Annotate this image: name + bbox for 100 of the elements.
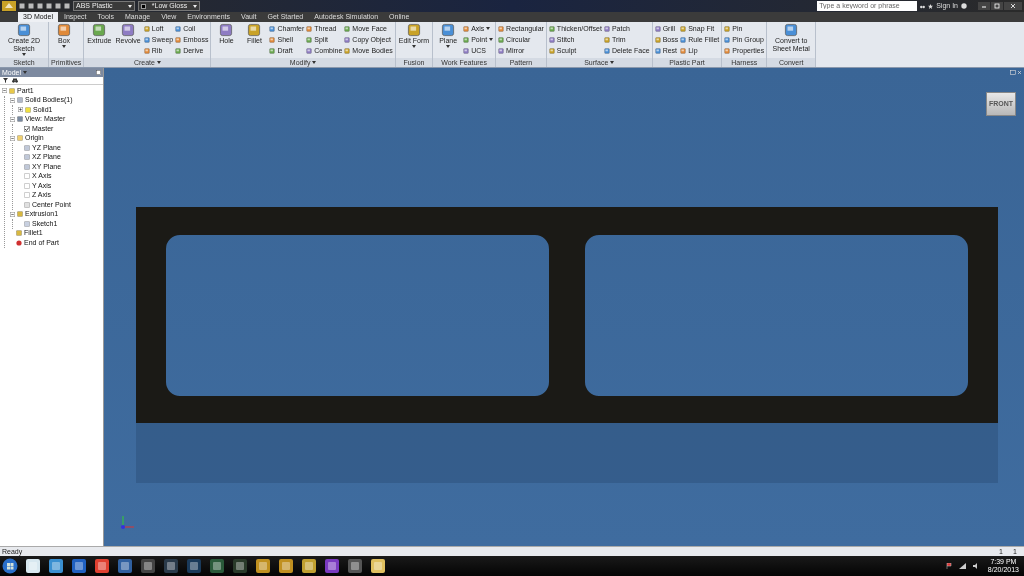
start-icon[interactable]	[2, 558, 18, 574]
caret-icon	[156, 61, 161, 64]
taskbar-app-icon[interactable]	[347, 559, 363, 573]
help-icon[interactable]	[961, 3, 967, 9]
tool-icon	[603, 47, 610, 54]
tool-icon	[143, 36, 150, 43]
tool-icon	[344, 25, 351, 32]
tool-icon	[680, 47, 687, 54]
node-icon	[24, 154, 30, 161]
taskbar-app-icon[interactable]	[209, 559, 225, 573]
node-icon	[24, 220, 30, 227]
caret-icon	[193, 4, 197, 8]
taskbar-app-icon[interactable]	[370, 559, 386, 573]
maximize-icon[interactable]	[991, 2, 1003, 10]
caret-icon	[128, 4, 132, 8]
node-icon	[24, 173, 30, 180]
caret-icon	[489, 38, 494, 41]
taskbar-app-icon[interactable]	[255, 559, 271, 573]
tool-icon	[143, 47, 150, 54]
tool-icon	[548, 36, 555, 43]
tool-icon	[548, 25, 555, 32]
tool-icon	[498, 36, 505, 43]
tool-icon	[143, 25, 150, 32]
tool-icon	[121, 23, 136, 37]
tool-icon	[784, 23, 799, 37]
pin-icon[interactable]	[96, 70, 101, 75]
collapse-icon[interactable]	[2, 88, 7, 94]
caret-icon	[486, 27, 491, 30]
tool-icon	[724, 47, 731, 54]
caret-icon	[22, 53, 26, 56]
tool-icon	[680, 36, 687, 43]
taskbar-app-icon[interactable]	[278, 559, 294, 573]
tool-icon	[463, 47, 470, 54]
node-icon	[24, 144, 30, 151]
node-icon	[17, 116, 23, 123]
taskbar-app-icon[interactable]	[301, 559, 317, 573]
node-icon	[24, 201, 30, 208]
collapse-icon[interactable]	[10, 211, 15, 217]
minimize-icon[interactable]	[978, 2, 990, 10]
tool-icon	[498, 25, 505, 32]
checkbox-icon[interactable]	[24, 125, 30, 132]
star-icon[interactable]	[928, 3, 934, 9]
taskbar-app-icon[interactable]	[324, 559, 340, 573]
tool-icon	[344, 36, 351, 43]
expand-icon[interactable]	[18, 107, 23, 113]
tool-icon	[92, 23, 107, 37]
caret-icon	[23, 71, 28, 74]
node-icon	[16, 230, 22, 237]
node-icon	[17, 211, 23, 218]
tool-icon	[406, 23, 421, 37]
restore-icon[interactable]	[1010, 70, 1016, 75]
tool-icon	[175, 36, 182, 43]
tool-icon	[654, 36, 661, 43]
taskbar-app-icon[interactable]	[48, 559, 64, 573]
tool-icon	[548, 47, 555, 54]
tool-icon	[603, 36, 610, 43]
tool-icon	[724, 25, 731, 32]
tool-icon	[463, 36, 470, 43]
tool-icon	[269, 47, 276, 54]
tool-icon	[441, 23, 456, 37]
caret-icon	[62, 45, 66, 48]
taskbar-app-icon[interactable]	[25, 559, 41, 573]
tool-icon	[498, 47, 505, 54]
tool-icon	[269, 25, 276, 32]
node-icon	[17, 97, 23, 104]
flag-icon[interactable]	[945, 563, 952, 569]
tool-icon	[306, 25, 313, 32]
collapse-icon[interactable]	[10, 116, 15, 122]
caret-icon	[610, 61, 615, 64]
taskbar-app-icon[interactable]	[94, 559, 110, 573]
tool-icon	[247, 23, 262, 37]
tool-icon	[603, 25, 610, 32]
tool-icon	[344, 47, 351, 54]
caret-icon	[411, 45, 416, 48]
signal-icon[interactable]	[958, 563, 966, 569]
caret-icon	[312, 61, 317, 64]
tool-icon	[175, 47, 182, 54]
folder-icon	[17, 135, 23, 142]
tool-icon	[463, 25, 470, 32]
tool-icon	[306, 47, 313, 54]
tool-icon	[654, 47, 661, 54]
speaker-icon[interactable]	[972, 563, 978, 569]
tool-icon	[57, 23, 71, 37]
tool-icon	[654, 25, 661, 32]
taskbar-app-icon[interactable]	[71, 559, 87, 573]
node-icon	[24, 182, 30, 189]
caret-icon	[446, 45, 451, 48]
tool-icon	[724, 36, 731, 43]
tool-icon	[306, 36, 313, 43]
node-icon	[25, 106, 31, 113]
tool-icon	[219, 23, 234, 37]
tool-icon	[269, 36, 276, 43]
collapse-icon[interactable]	[10, 97, 15, 103]
close-icon[interactable]	[1017, 70, 1022, 75]
tool-icon	[175, 25, 182, 32]
taskbar-app-icon[interactable]	[117, 559, 133, 573]
collapse-icon[interactable]	[10, 135, 15, 141]
tool-icon	[680, 25, 687, 32]
tool-icon	[17, 23, 31, 37]
close-icon[interactable]	[1004, 2, 1022, 10]
